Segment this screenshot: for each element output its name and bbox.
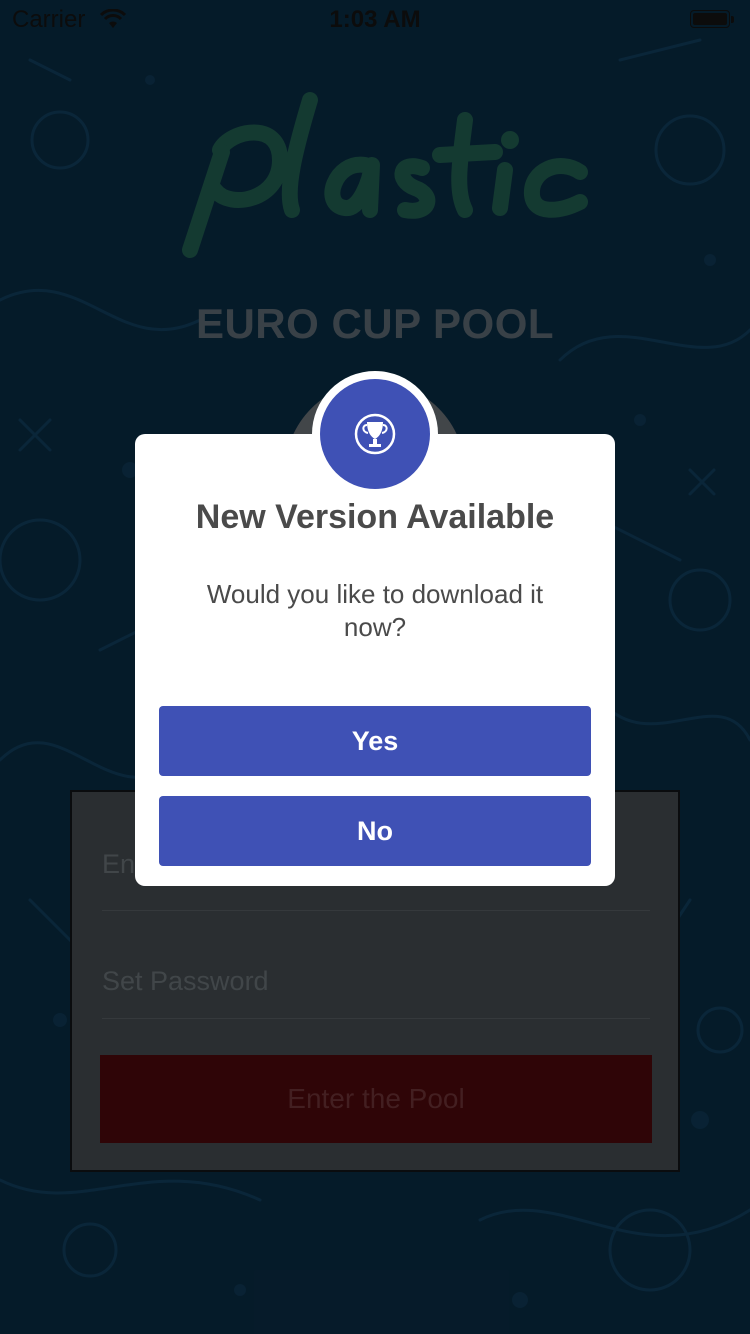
update-alert-dialog: New Version Available Would you like to …: [135, 434, 615, 886]
alert-message: Would you like to download it now?: [206, 579, 544, 642]
trophy-glyph-icon: [354, 413, 396, 455]
no-button[interactable]: No: [159, 796, 591, 866]
yes-button[interactable]: Yes: [159, 706, 591, 776]
app-screen: Carrier 1:03 AM EURO CUP POOL Enter Set …: [0, 0, 750, 1334]
trophy-icon: [320, 379, 430, 489]
alert-title: New Version Available: [195, 498, 555, 536]
